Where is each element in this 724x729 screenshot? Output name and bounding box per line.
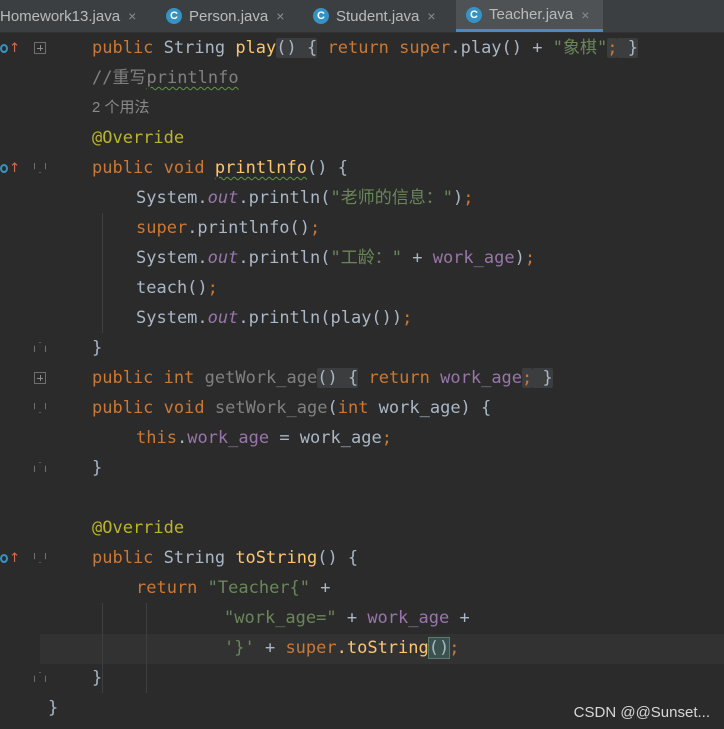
editor-tab-bar: Homework13.java × C Person.java × C Stud… <box>0 0 724 33</box>
close-icon[interactable]: × <box>581 7 589 23</box>
code-comment: //重写printlnfo <box>92 68 239 88</box>
code-line: super.printlnfo(); <box>136 218 321 238</box>
close-icon[interactable]: × <box>128 8 136 24</box>
code-line: System.out.println("老师的信息："); <box>136 188 474 208</box>
close-icon[interactable]: × <box>276 8 284 24</box>
tab-teacher[interactable]: C Teacher.java × <box>456 0 604 32</box>
code-line: @Override <box>92 128 185 148</box>
class-icon: C <box>313 8 329 24</box>
code-line: public int getWork_age() { return work_a… <box>92 368 553 388</box>
code-line: } <box>92 338 103 358</box>
code-line: public String toString() { <box>92 548 359 568</box>
tab-student[interactable]: C Student.java × <box>313 0 436 32</box>
code-line: System.out.println("工龄：" + work_age); <box>136 248 536 268</box>
tab-homework13[interactable]: Homework13.java × <box>0 0 136 32</box>
tab-label: Homework13.java <box>0 7 121 25</box>
code-line: public String play() { return super.play… <box>92 38 638 58</box>
code-line: "work_age=" + work_age + <box>224 608 470 628</box>
code-editor[interactable]: ↑ ↑ ↑ public String play() { return supe… <box>0 33 724 729</box>
tab-label: Person.java <box>189 7 269 25</box>
code-line: this.work_age = work_age; <box>136 428 392 448</box>
class-icon: C <box>166 8 182 24</box>
watermark: CSDN @@Sunset... <box>573 704 710 721</box>
close-icon[interactable]: × <box>427 8 435 24</box>
code-line: System.out.println(play()); <box>136 308 413 328</box>
tab-person[interactable]: C Person.java × <box>166 0 284 32</box>
code-line-current: '}' + super.toString(); <box>224 637 460 659</box>
code-line: public void printlnfo() { <box>92 158 348 178</box>
code-line: return "Teacher{" + <box>136 578 331 598</box>
code-line: } <box>92 668 103 688</box>
tab-label: Teacher.java <box>489 6 574 23</box>
code-line: @Override <box>92 518 185 538</box>
usages-inlay-hint[interactable]: 2 个用法 <box>0 93 724 123</box>
code-line: } <box>92 458 103 478</box>
code-line: teach(); <box>136 278 218 298</box>
tab-label: Student.java <box>336 7 420 25</box>
class-icon: C <box>466 6 482 23</box>
code-line: public void setWork_age(int work_age) { <box>92 398 492 418</box>
